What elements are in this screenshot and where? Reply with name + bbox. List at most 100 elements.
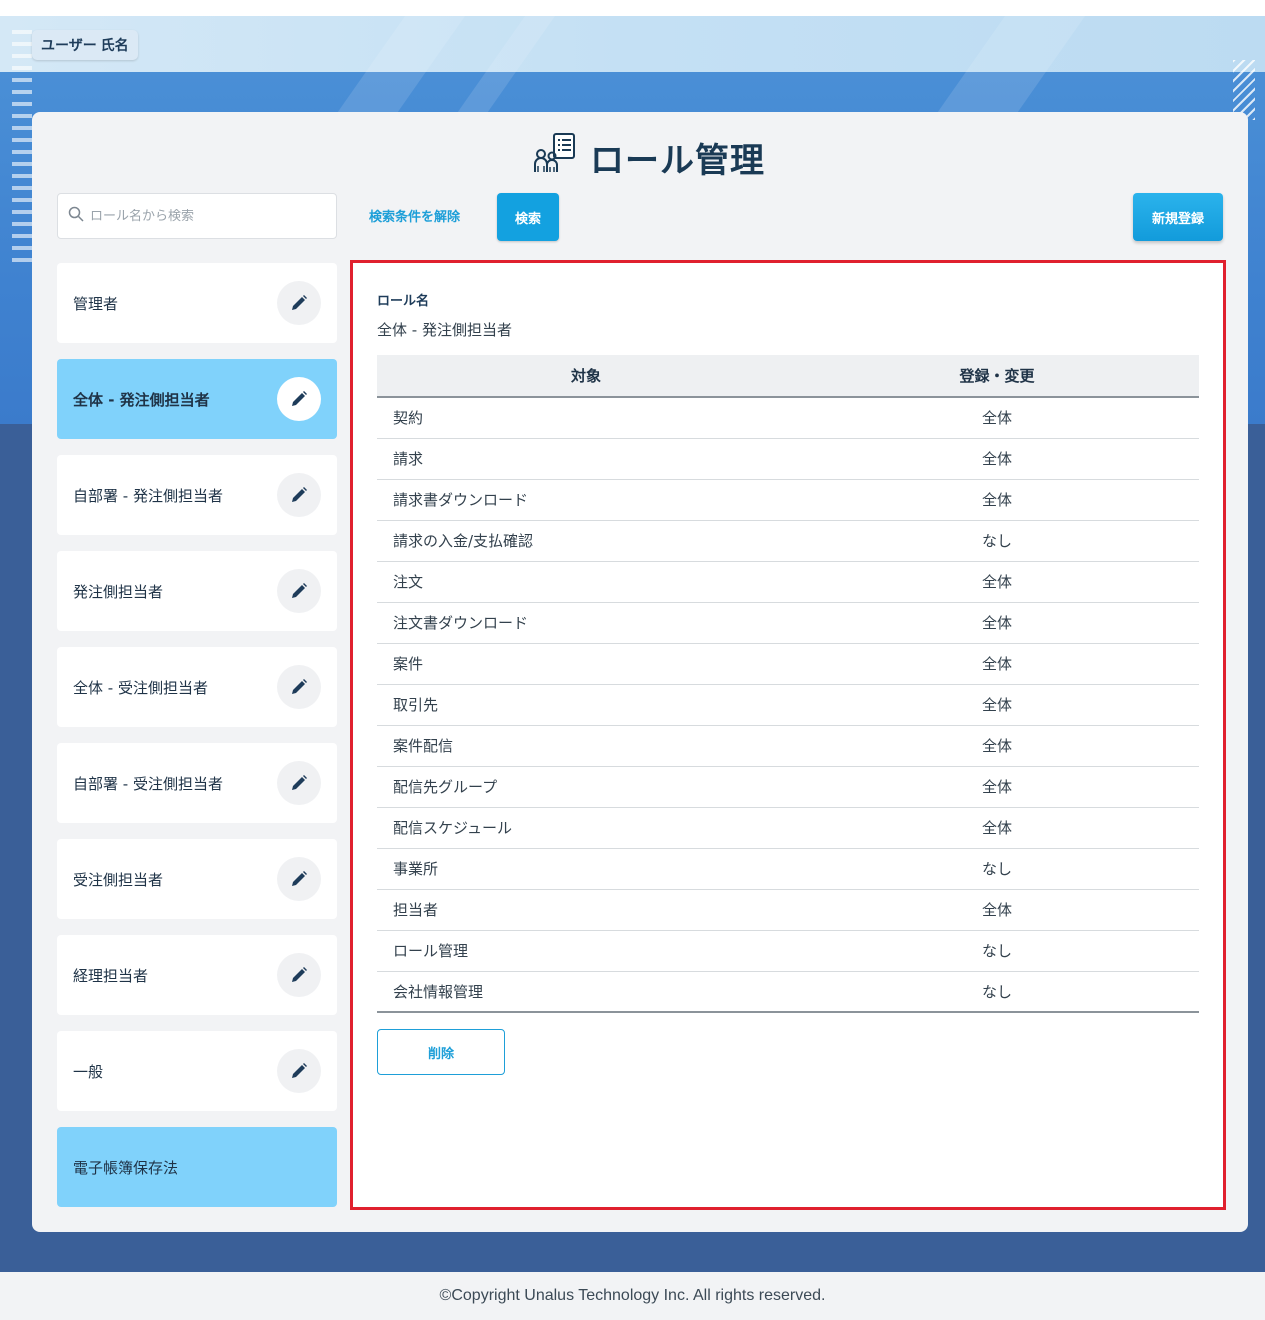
row-target: 担当者 — [377, 889, 795, 931]
row-permission: 全体 — [795, 438, 1199, 480]
search-input[interactable] — [90, 208, 330, 224]
decorative-bars — [12, 30, 32, 280]
row-permission: なし — [795, 971, 1199, 1013]
role-item-label: 全体 - 受注側担当者 — [73, 678, 208, 697]
row-target: 案件配信 — [377, 725, 795, 767]
role-item-label: 受注側担当者 — [73, 870, 164, 889]
row-permission: 全体 — [795, 643, 1199, 685]
row-target: 配信先グループ — [377, 766, 795, 808]
pencil-icon — [292, 871, 307, 886]
pencil-icon — [292, 487, 307, 502]
role-item-label: 経理担当者 — [73, 966, 149, 985]
table-row: 案件配信 全体 — [377, 725, 1199, 767]
row-target: 請求書ダウンロード — [377, 479, 795, 521]
new-role-button[interactable]: 新規登録 — [1133, 193, 1223, 241]
edit-role-button[interactable] — [277, 1049, 321, 1093]
row-target: 会社情報管理 — [377, 971, 795, 1013]
row-permission: 全体 — [795, 725, 1199, 767]
row-permission: 全体 — [795, 397, 1199, 439]
row-target: 注文書ダウンロード — [377, 602, 795, 644]
row-permission: なし — [795, 848, 1199, 890]
row-target: ロール管理 — [377, 930, 795, 972]
page-header: ロール管理 — [532, 132, 765, 182]
delete-button[interactable]: 削除 — [377, 1029, 505, 1075]
footer-copyright: ©Copyright Unalus Technology Inc. All ri… — [0, 1272, 1265, 1320]
row-permission: 全体 — [795, 602, 1199, 644]
pencil-icon — [292, 391, 307, 406]
edit-role-button[interactable] — [277, 953, 321, 997]
table-row: 案件 全体 — [377, 643, 1199, 685]
table-row: 担当者 全体 — [377, 889, 1199, 931]
table-row: 配信先グループ 全体 — [377, 766, 1199, 808]
row-permission: なし — [795, 520, 1199, 562]
column-header-target: 対象 — [377, 355, 795, 398]
edit-role-button[interactable] — [277, 281, 321, 325]
table-row: 注文書ダウンロード 全体 — [377, 602, 1199, 644]
row-permission: 全体 — [795, 479, 1199, 521]
role-name-value: 全体 - 発注側担当者 — [377, 321, 512, 339]
pencil-icon — [292, 583, 307, 598]
search-icon — [68, 206, 90, 226]
page-title: ロール管理 — [590, 141, 765, 180]
row-target: 配信スケジュール — [377, 807, 795, 849]
role-item[interactable]: 全体 - 受注側担当者 — [57, 647, 337, 727]
edit-role-button[interactable] — [277, 377, 321, 421]
table-row: 事業所 なし — [377, 848, 1199, 890]
role-item[interactable]: 自部署 - 発注側担当者 — [57, 455, 337, 535]
table-row: 請求 全体 — [377, 438, 1199, 480]
role-item[interactable]: 全体 - 発注側担当者 — [57, 359, 337, 439]
role-item[interactable]: 経理担当者 — [57, 935, 337, 1015]
permission-table: 対象 登録・変更 契約 全体 請求 全体 請求書ダウンロード 全体 請求の入金/支払確… — [377, 355, 1199, 1013]
search-button[interactable]: 検索 — [497, 193, 559, 241]
row-permission: 全体 — [795, 889, 1199, 931]
pencil-icon — [292, 295, 307, 310]
role-item[interactable]: 管理者 — [57, 263, 337, 343]
table-row: 請求書ダウンロード 全体 — [377, 479, 1199, 521]
edit-role-button[interactable] — [277, 857, 321, 901]
row-target: 請求 — [377, 438, 795, 480]
role-item-label: 一般 — [73, 1062, 104, 1081]
table-row: 注文 全体 — [377, 561, 1199, 603]
table-row: 配信スケジュール 全体 — [377, 807, 1199, 849]
pencil-icon — [292, 775, 307, 790]
role-item[interactable]: 発注側担当者 — [57, 551, 337, 631]
role-item[interactable]: 受注側担当者 — [57, 839, 337, 919]
edit-role-button[interactable] — [277, 665, 321, 709]
row-target: 契約 — [377, 397, 795, 439]
table-row: ロール管理 なし — [377, 930, 1199, 972]
edit-role-button[interactable] — [277, 473, 321, 517]
table-header-row: 対象 登録・変更 — [377, 355, 1199, 398]
main-card: ロール管理 検索条件を解除 検索 新規登録 管理者 全体 - 発注側担当者 自部… — [32, 112, 1248, 1232]
role-item-label: 管理者 — [73, 294, 119, 313]
row-target: 取引先 — [377, 684, 795, 726]
pencil-icon — [292, 1063, 307, 1078]
row-permission: 全体 — [795, 807, 1199, 849]
role-management-icon — [532, 132, 578, 182]
role-detail-panel: ロール名 全体 - 発注側担当者 対象 登録・変更 契約 全体 請求 全体 請求書ダ… — [350, 260, 1226, 1210]
row-permission: 全体 — [795, 766, 1199, 808]
pencil-icon — [292, 967, 307, 982]
clear-search-link[interactable]: 検索条件を解除 — [369, 206, 460, 225]
row-target: 事業所 — [377, 848, 795, 890]
edit-role-button[interactable] — [277, 761, 321, 805]
search-input-wrapper[interactable] — [57, 193, 337, 239]
edit-role-button[interactable] — [277, 569, 321, 613]
row-permission: なし — [795, 930, 1199, 972]
role-item[interactable]: 一般 — [57, 1031, 337, 1111]
role-name-label: ロール名 — [377, 294, 430, 309]
role-list: 管理者 全体 - 発注側担当者 自部署 - 発注側担当者 発注側担当者 全体 -… — [57, 263, 337, 1223]
role-item-label: 自部署 - 発注側担当者 — [73, 486, 223, 505]
table-row: 会社情報管理 なし — [377, 971, 1199, 1013]
row-target: 注文 — [377, 561, 795, 603]
user-name-badge[interactable]: ユーザー 氏名 — [32, 30, 138, 60]
table-row: 取引先 全体 — [377, 684, 1199, 726]
role-item[interactable]: 自部署 - 受注側担当者 — [57, 743, 337, 823]
row-target: 案件 — [377, 643, 795, 685]
decorative-hatch — [1233, 60, 1255, 120]
row-permission: 全体 — [795, 561, 1199, 603]
role-item[interactable]: 電子帳簿保存法 — [57, 1127, 337, 1207]
column-header-permission: 登録・変更 — [795, 355, 1199, 398]
role-item-label: 全体 - 発注側担当者 — [73, 390, 210, 409]
role-item-label: 電子帳簿保存法 — [73, 1158, 179, 1177]
role-item-label: 発注側担当者 — [73, 582, 164, 601]
